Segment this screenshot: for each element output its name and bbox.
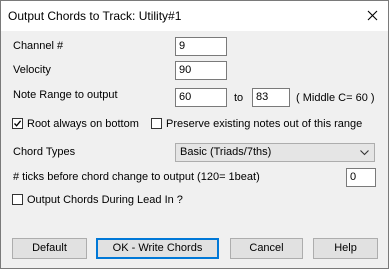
window-title: Output Chords to Track: Utility#1: [8, 9, 182, 23]
middle-c-hint: ( Middle C= 60 ): [296, 92, 375, 104]
chord-types-label: Chord Types: [13, 146, 76, 158]
preserve-notes-checkbox[interactable]: Preserve existing notes out of this rang…: [151, 118, 362, 130]
velocity-label: Velocity: [13, 64, 51, 76]
title-bar: Output Chords to Track: Utility#1: [1, 1, 388, 31]
lead-in-checkbox[interactable]: Output Chords During Lead In ?: [12, 194, 183, 206]
root-bottom-checkbox[interactable]: Root always on bottom: [12, 118, 139, 130]
chevron-down-icon: [360, 150, 369, 156]
ok-write-chords-button[interactable]: OK - Write Chords: [96, 238, 219, 259]
checkbox-unchecked-icon: [12, 194, 23, 205]
default-button[interactable]: Default: [12, 238, 87, 259]
channel-label: Channel #: [13, 40, 64, 52]
checkbox-unchecked-icon: [151, 118, 162, 129]
preserve-notes-label: Preserve existing notes out of this rang…: [166, 118, 363, 130]
help-button[interactable]: Help: [313, 238, 378, 259]
channel-input[interactable]: 9: [175, 37, 227, 56]
note-range-to-input[interactable]: 83: [252, 88, 290, 107]
velocity-input[interactable]: 90: [175, 61, 227, 80]
root-bottom-label: Root always on bottom: [27, 118, 139, 130]
chord-types-select[interactable]: Basic (Triads/7ths): [175, 143, 375, 162]
note-range-label: Note Range to output: [13, 89, 118, 101]
ticks-input[interactable]: 0: [346, 168, 376, 187]
close-button[interactable]: [358, 1, 388, 31]
cancel-button[interactable]: Cancel: [230, 238, 303, 259]
checkbox-checked-icon: [12, 118, 23, 129]
note-range-from-input[interactable]: 60: [175, 88, 227, 107]
output-chords-dialog: Output Chords to Track: Utility#1 Channe…: [0, 0, 389, 269]
lead-in-label: Output Chords During Lead In ?: [27, 194, 183, 206]
close-icon: [367, 10, 378, 21]
ticks-label: # ticks before chord change to output (1…: [13, 171, 260, 183]
note-range-to-label: to: [234, 92, 244, 104]
chord-types-value: Basic (Triads/7ths): [180, 146, 272, 158]
